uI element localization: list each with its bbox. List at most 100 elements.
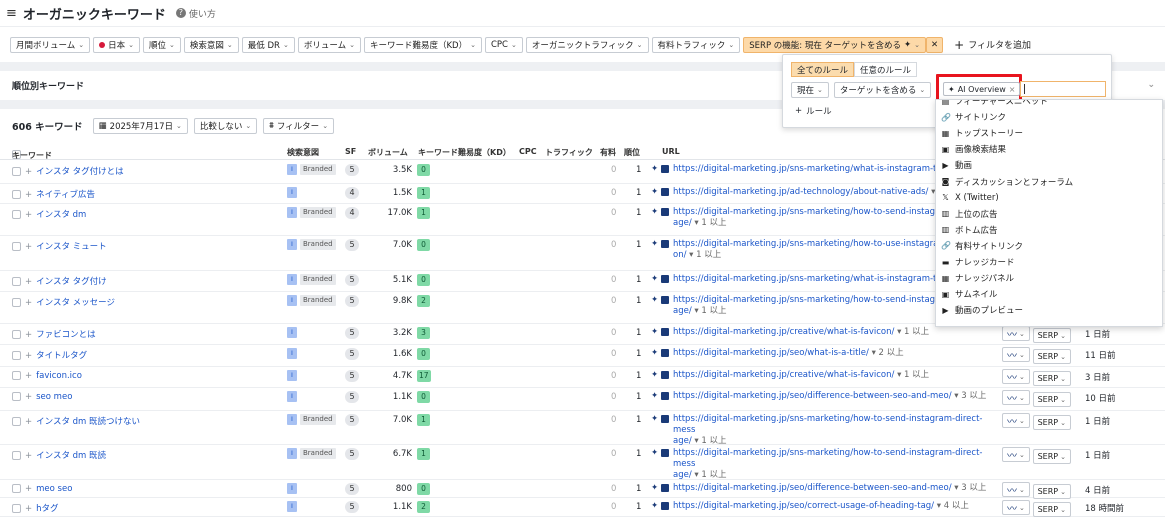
more-urls[interactable]: ▾ 1 以上 (897, 370, 929, 380)
serp-button[interactable]: SERP ⌄ (1032, 371, 1071, 386)
add-icon[interactable]: + (25, 167, 32, 177)
dropdown-item[interactable]: 𝕏X (Twitter) (941, 190, 998, 206)
url-link[interactable]: https://digital-marketing.jp/sns-marketi… (673, 207, 952, 228)
row-checkbox[interactable] (12, 190, 21, 199)
filter-4[interactable]: 最低 DR ⌄ (241, 36, 295, 53)
keyword-link[interactable]: seo meo (36, 392, 72, 402)
add-icon[interactable]: + (25, 330, 32, 340)
more-urls[interactable]: ▾ 1 以上 (694, 218, 726, 228)
sf-count[interactable]: 5 (345, 391, 359, 403)
sf-count[interactable]: 5 (345, 348, 359, 360)
serp-button[interactable]: SERP ⌄ (1032, 328, 1071, 343)
sf-count[interactable]: 5 (345, 448, 359, 460)
sf-count[interactable]: 5 (345, 239, 359, 251)
more-urls[interactable]: ▾ 1 以上 (694, 306, 726, 316)
row-checkbox[interactable] (12, 351, 21, 360)
keyword-link[interactable]: meo seo (36, 484, 72, 494)
filter-9[interactable]: 有料トラフィック ⌄ (651, 36, 741, 53)
row-checkbox[interactable] (12, 371, 21, 380)
add-icon[interactable]: + (25, 371, 32, 381)
add-icon[interactable]: + (25, 190, 32, 200)
dropdown-item[interactable]: ▣ 画像検索結果 (941, 141, 1006, 157)
tab-all-rules[interactable]: 全てのルール (791, 62, 855, 77)
url-link[interactable]: https://digital-marketing.jp/sns-marketi… (673, 274, 952, 284)
dropdown-item[interactable]: ▶ 動画 (941, 157, 972, 173)
dropdown-item[interactable]: 🔗 サイトリンク (941, 109, 1006, 125)
serp-button[interactable]: SERP ⌄ (1032, 392, 1071, 407)
url-link[interactable]: https://digital-marketing.jp/creative/wh… (673, 370, 929, 380)
row-checkbox[interactable] (12, 242, 21, 251)
dropdown-item[interactable]: ◙ ディスカッションとフォーラム (941, 174, 1074, 190)
keyword-link[interactable]: タイトルタグ (36, 351, 87, 361)
dropdown-item[interactable]: ▤ フィーチャースニペット (941, 100, 1048, 109)
compare-select[interactable]: 比較しない ⌄ (193, 118, 258, 134)
url-link[interactable]: https://digital-marketing.jp/seo/correct… (673, 501, 969, 511)
serp-button[interactable]: SERP ⌄ (1032, 502, 1071, 517)
row-checkbox[interactable] (12, 417, 21, 426)
row-checkbox[interactable] (12, 484, 21, 493)
url-link[interactable]: https://digital-marketing.jp/ad-technolo… (673, 187, 944, 197)
dropdown-item[interactable]: ▦ トップストーリー (941, 125, 1023, 141)
dropdown-item[interactable]: ▶ 動画のプレビュー (941, 302, 1023, 318)
more-urls[interactable]: ▾ 4 以上 (937, 501, 969, 511)
more-urls[interactable]: ▾ 3 以上 (954, 391, 986, 401)
current-select[interactable]: 現在 ⌄ (791, 82, 829, 98)
add-rule-button[interactable]: + ルール (795, 105, 832, 117)
more-urls[interactable]: ▾ 2 以上 (872, 348, 904, 358)
hamburger-icon[interactable]: ≡ (6, 6, 17, 21)
dropdown-item[interactable]: 🔗 有料サイトリンク (941, 238, 1023, 254)
keyword-link[interactable]: インスタ dm 既読つけない (36, 417, 140, 427)
row-checkbox[interactable] (12, 167, 21, 176)
row-checkbox[interactable] (12, 277, 21, 286)
column-volume[interactable]: ボリューム (368, 147, 408, 158)
add-icon[interactable]: + (25, 298, 32, 308)
sf-count[interactable]: 5 (345, 501, 359, 513)
sf-count[interactable]: 5 (345, 274, 359, 286)
keyword-link[interactable]: favicon.ico (36, 371, 82, 381)
more-urls[interactable]: ▾ 1 以上 (689, 250, 721, 260)
trend-button[interactable]: 〰 ⌄ (1002, 326, 1030, 341)
serp-feature-input[interactable] (1020, 81, 1106, 97)
keyword-link[interactable]: hタグ (36, 504, 58, 514)
add-icon[interactable]: + (25, 484, 32, 494)
dropdown-item[interactable]: ▥ 上位の広告 (941, 206, 998, 222)
row-checkbox[interactable] (12, 210, 21, 219)
help-link[interactable]: ? 使い方 (175, 7, 216, 20)
dropdown-item[interactable]: ▬ ナレッジカード (941, 254, 1015, 270)
dropdown-item[interactable]: ▦ ナレッジパネル (941, 270, 1014, 286)
keyword-link[interactable]: インスタ dm (36, 210, 86, 220)
keyword-link[interactable]: インスタ タグ付け (36, 277, 107, 287)
keyword-link[interactable]: インスタ ミュート (36, 242, 107, 252)
add-icon[interactable]: + (25, 417, 32, 427)
more-urls[interactable]: ▾ 3 以上 (954, 483, 986, 493)
sf-count[interactable]: 5 (345, 414, 359, 426)
url-link[interactable]: https://digital-marketing.jp/sns-marketi… (673, 448, 982, 480)
trend-button[interactable]: 〰 ⌄ (1002, 482, 1030, 497)
keyword-link[interactable]: ネイティブ広告 (36, 190, 95, 200)
filter-1[interactable]: 日本 ⌄ (93, 36, 141, 53)
serp-filter-button[interactable]: SERP の機能: 現在 ターゲットを含める ✦ ⌄ (743, 36, 927, 53)
trend-button[interactable]: 〰 ⌄ (1002, 500, 1030, 515)
column-rank[interactable]: 順位 (624, 147, 640, 158)
dropdown-item[interactable]: ▥ ボトム広告 (941, 222, 998, 238)
add-icon[interactable]: + (25, 392, 32, 402)
add-icon[interactable]: + (25, 504, 32, 514)
column-sf[interactable]: SF (345, 147, 356, 156)
column-cpc[interactable]: CPC (519, 147, 537, 156)
add-icon[interactable]: + (25, 277, 32, 287)
row-checkbox[interactable] (12, 330, 21, 339)
keyword-link[interactable]: インスタ タグ付けとは (36, 167, 124, 177)
serp-button[interactable]: SERP ⌄ (1032, 415, 1071, 430)
column-keyword[interactable]: キーワード (12, 150, 52, 161)
column-url[interactable]: URL (662, 147, 680, 156)
add-icon[interactable]: + (25, 451, 32, 461)
sf-count[interactable]: 4 (345, 187, 359, 199)
serp-filter-clear-button[interactable]: ✕ (926, 36, 944, 53)
column-intent[interactable]: 検索意図 (287, 147, 319, 158)
filter-5[interactable]: ボリューム ⌄ (297, 36, 361, 53)
keyword-link[interactable]: インスタ メッセージ (36, 298, 115, 308)
row-checkbox[interactable] (12, 392, 21, 401)
filter-7[interactable]: CPC ⌄ (484, 36, 523, 53)
url-link[interactable]: https://digital-marketing.jp/sns-marketi… (673, 239, 951, 260)
sf-count[interactable]: 5 (345, 483, 359, 495)
